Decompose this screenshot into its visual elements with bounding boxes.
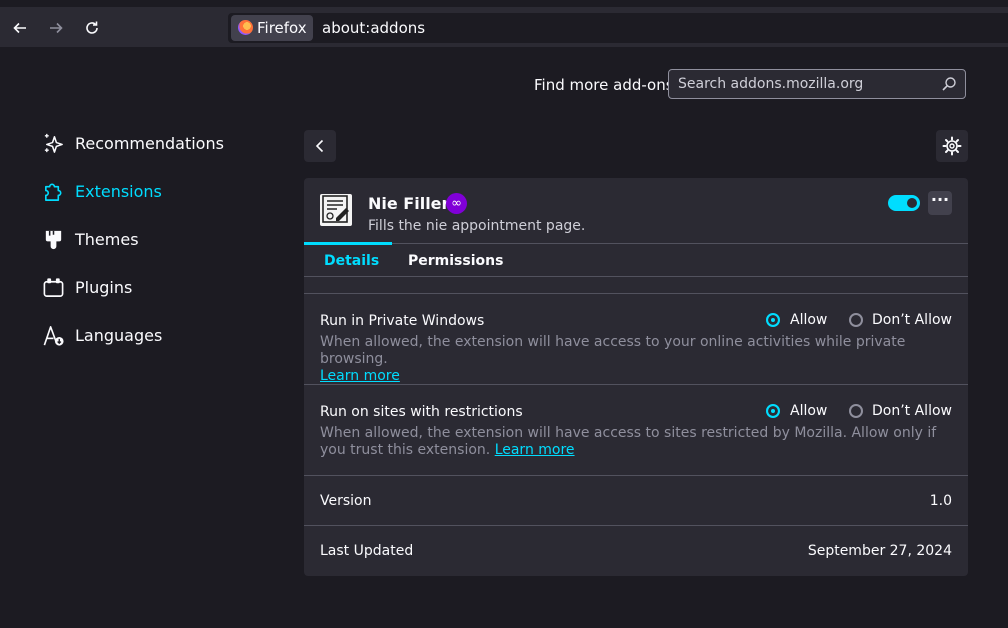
sidebar-item-themes[interactable]: Themes — [42, 224, 139, 254]
toggle-knob — [907, 198, 917, 208]
divider — [304, 475, 968, 476]
sparkle-icon — [44, 133, 63, 153]
divider — [304, 384, 968, 385]
tab-details[interactable]: Details — [324, 253, 379, 269]
puzzle-icon — [45, 183, 62, 201]
addon-description: Fills the nie appointment page. — [368, 218, 586, 234]
addons-search-input[interactable] — [669, 70, 938, 98]
restricted-dont-allow-label[interactable]: Don’t Allow — [872, 403, 952, 419]
learn-more-link[interactable]: Learn more — [320, 368, 400, 384]
private-dont-allow-radio[interactable] — [849, 313, 863, 327]
tab-active-indicator — [304, 242, 392, 245]
firefox-logo-icon — [238, 20, 253, 35]
identity-label: Firefox — [257, 19, 307, 37]
tabs-divider — [304, 243, 968, 244]
last-updated-value: September 27, 2024 — [807, 543, 952, 559]
divider — [304, 525, 968, 526]
description-text: When allowed, the extension will have ac… — [320, 334, 906, 367]
private-allow-label[interactable]: Allow — [790, 312, 827, 328]
sidebar-item-plugins[interactable]: Plugins — [42, 272, 132, 302]
back-nav-button[interactable] — [7, 15, 33, 41]
forward-nav-button[interactable] — [43, 15, 69, 41]
find-more-label: Find more add-ons — [534, 76, 674, 94]
chevron-left-icon — [315, 139, 324, 153]
identity-box[interactable]: Firefox — [231, 15, 313, 41]
addon-card: Nie Filler ∞ Fills the nie appointment p… — [304, 178, 968, 576]
sidebar-item-label: Extensions — [75, 181, 162, 201]
learn-more-link[interactable]: Learn more — [495, 442, 575, 458]
sidebar-item-recommendations[interactable]: Recommendations — [42, 128, 224, 158]
addon-enable-toggle[interactable] — [888, 195, 920, 211]
addon-name: Nie Filler — [368, 194, 450, 213]
restricted-allow-radio[interactable] — [766, 404, 780, 418]
private-browsing-badge-icon: ∞ — [446, 193, 467, 214]
restricted-sites-description: When allowed, the extension will have ac… — [320, 425, 950, 459]
restricted-allow-label[interactable]: Allow — [790, 403, 827, 419]
sidebar-item-label: Recommendations — [75, 133, 224, 153]
sidebar-item-label: Plugins — [75, 277, 133, 297]
tab-permissions[interactable]: Permissions — [408, 253, 503, 269]
private-allow-radio[interactable] — [766, 313, 780, 327]
arrow-left-icon — [13, 22, 26, 34]
reload-button[interactable] — [79, 15, 105, 41]
last-updated-label: Last Updated — [320, 543, 414, 559]
divider — [304, 276, 968, 277]
version-value: 1.0 — [929, 493, 952, 509]
addon-certificate-icon — [320, 194, 352, 226]
more-options-button[interactable]: ··· — [928, 191, 952, 215]
paintbrush-icon — [45, 230, 62, 249]
sidebar-item-label: Themes — [75, 229, 139, 249]
arrow-right-icon — [50, 22, 63, 34]
language-icon — [43, 325, 64, 346]
url-text[interactable]: about:addons — [322, 19, 425, 37]
plugin-icon — [43, 277, 64, 297]
restricted-dont-allow-radio[interactable] — [849, 404, 863, 418]
description-text: When allowed, the extension will have ac… — [320, 425, 937, 458]
reload-icon — [86, 21, 98, 34]
sidebar-item-languages[interactable]: Languages — [42, 320, 162, 350]
restricted-sites-label: Run on sites with restrictions — [320, 404, 523, 420]
sidebar-item-label: Languages — [75, 325, 163, 345]
private-windows-description: When allowed, the extension will have ac… — [320, 334, 960, 385]
private-windows-label: Run in Private Windows — [320, 313, 485, 329]
search-icon — [942, 77, 956, 91]
sidebar-item-extensions[interactable]: Extensions — [42, 176, 162, 206]
private-dont-allow-label[interactable]: Don’t Allow — [872, 312, 952, 328]
back-button[interactable] — [304, 130, 336, 162]
more-options-icon: ··· — [930, 190, 950, 209]
addons-search-box[interactable] — [668, 69, 966, 99]
gear-icon — [942, 136, 962, 156]
divider — [304, 293, 968, 294]
settings-button[interactable] — [936, 130, 968, 162]
version-label: Version — [320, 493, 372, 509]
